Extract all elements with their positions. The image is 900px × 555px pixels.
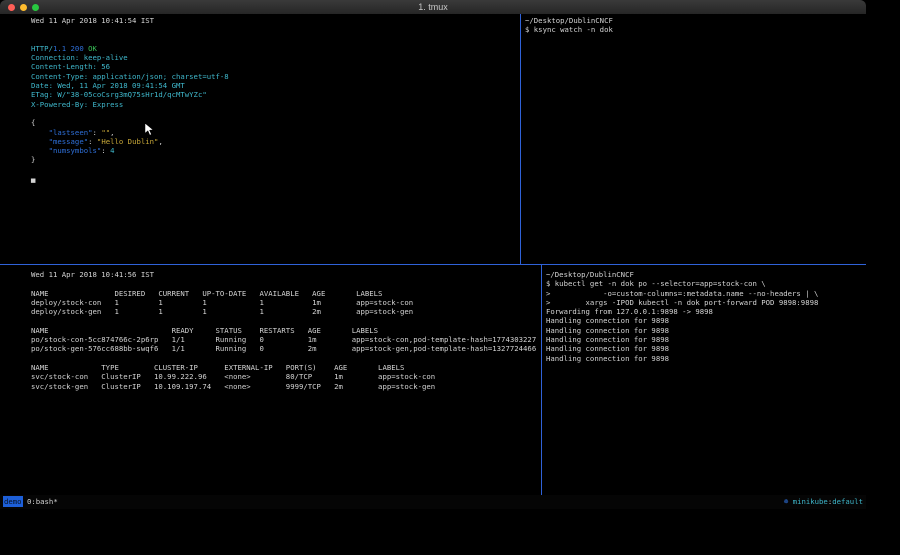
terminal-line: "numsymbols": 4	[31, 146, 520, 155]
terminal-line: po/stock-con-5cc874766c-2p6rp 1/1 Runnin…	[31, 335, 541, 344]
terminal-line: deploy/stock-con 1 1 1 1 1m app=stock-co…	[31, 298, 541, 307]
terminal-line: }	[31, 155, 520, 164]
terminal-line: ETag: W/"38-05coCsrg3mQ75sHr1d/qcMTwYZc"	[31, 90, 520, 99]
terminal-line	[31, 35, 520, 44]
zoom-button[interactable]	[32, 4, 39, 11]
terminal-line: Handling connection for 9898	[546, 316, 866, 325]
terminal-line: NAME TYPE CLUSTER-IP EXTERNAL-IP PORT(S)…	[31, 363, 541, 372]
terminal-line: > -o=custom-columns=:metadata.name --no-…	[546, 289, 866, 298]
pane-border-vertical-bottom[interactable]	[541, 265, 542, 495]
terminal-line: Connection: keep-alive	[31, 53, 520, 62]
terminal-line: Date: Wed, 11 Apr 2018 09:41:54 GMT	[31, 81, 520, 90]
terminal-line: "lastseen": "",	[31, 128, 520, 137]
terminal-pane-port-forward[interactable]: ~/Desktop/DublinCNCF$ kubectl get -n dok…	[543, 265, 866, 495]
window-titlebar[interactable]: 1. tmux	[0, 0, 866, 14]
minimize-button[interactable]	[20, 4, 27, 11]
terminal-line	[31, 279, 541, 288]
terminal-line	[31, 316, 541, 325]
close-button[interactable]	[8, 4, 15, 11]
terminal-pane-kubectl-get[interactable]: Wed 11 Apr 2018 10:41:56 IST NAME DESIRE…	[0, 265, 541, 495]
terminal-line: $ kubectl get -n dok po --selector=app=s…	[546, 279, 866, 288]
terminal-line	[31, 354, 541, 363]
mouse-cursor-icon	[144, 122, 154, 137]
terminal-line: Wed 11 Apr 2018 10:41:56 IST	[31, 270, 541, 279]
screen: { "window": { "title": "1. tmux" }, "col…	[0, 0, 900, 555]
terminal-line	[31, 109, 520, 118]
terminal-line: svc/stock-gen ClusterIP 10.109.197.74 <n…	[31, 382, 541, 391]
tmux-session-info: demo 0:bash*	[3, 495, 58, 509]
terminal-line: ▄	[31, 174, 520, 183]
terminal-line: "message": "Hello Dublin",	[31, 137, 520, 146]
terminal-line: HTTP/1.1 200 OK	[31, 44, 520, 53]
terminal-line: NAME DESIRED CURRENT UP-TO-DATE AVAILABL…	[31, 289, 541, 298]
terminal-pane-ksync[interactable]: ~/Desktop/DublinCNCF$ ksync watch -n dok	[522, 14, 864, 264]
window-title: 1. tmux	[0, 2, 866, 12]
terminal-line: {	[31, 118, 520, 127]
terminal-line: Handling connection for 9898	[546, 326, 866, 335]
terminal-line: deploy/stock-gen 1 1 1 1 2m app=stock-ge…	[31, 307, 541, 316]
terminal-line: svc/stock-con ClusterIP 10.99.222.96 <no…	[31, 372, 541, 381]
terminal-line	[31, 165, 520, 174]
pane-border-vertical-top[interactable]	[520, 14, 521, 264]
terminal-line: Wed 11 Apr 2018 10:41:54 IST	[31, 16, 520, 25]
terminal-line: ~/Desktop/DublinCNCF	[546, 270, 866, 279]
terminal-window: 1. tmux Wed 11 Apr 2018 10:41:54 IST HTT…	[0, 0, 866, 509]
terminal-line: $ ksync watch -n dok	[525, 25, 864, 34]
terminal-line: NAME READY STATUS RESTARTS AGE LABELS	[31, 326, 541, 335]
terminal-line: Handling connection for 9898	[546, 354, 866, 363]
terminal-line	[31, 25, 520, 34]
terminal-line: Forwarding from 127.0.0.1:9898 -> 9898	[546, 307, 866, 316]
terminal-pane-http-response[interactable]: Wed 11 Apr 2018 10:41:54 IST HTTP/1.1 20…	[0, 14, 520, 264]
terminal-line: po/stock-gen-576cc688bb-swqf6 1/1 Runnin…	[31, 344, 541, 353]
traffic-lights	[8, 0, 39, 14]
terminal-line: ☸ minikube:default	[784, 495, 863, 509]
terminal-line: ~/Desktop/DublinCNCF	[525, 16, 864, 25]
terminal-line: Handling connection for 9898	[546, 335, 866, 344]
terminal-line: Content-Type: application/json; charset=…	[31, 72, 520, 81]
terminal-line: > xargs -IPOD kubectl -n dok port-forwar…	[546, 298, 866, 307]
terminal-line: Content-Length: 56	[31, 62, 520, 71]
terminal-line: Handling connection for 9898	[546, 344, 866, 353]
terminal-line: X-Powered-By: Express	[31, 100, 520, 109]
kube-context-indicator: ☸ minikube:default	[784, 495, 863, 509]
terminal-line: demo 0:bash*	[3, 495, 58, 509]
tmux-status-bar: demo 0:bash* ☸ minikube:default	[0, 495, 866, 509]
